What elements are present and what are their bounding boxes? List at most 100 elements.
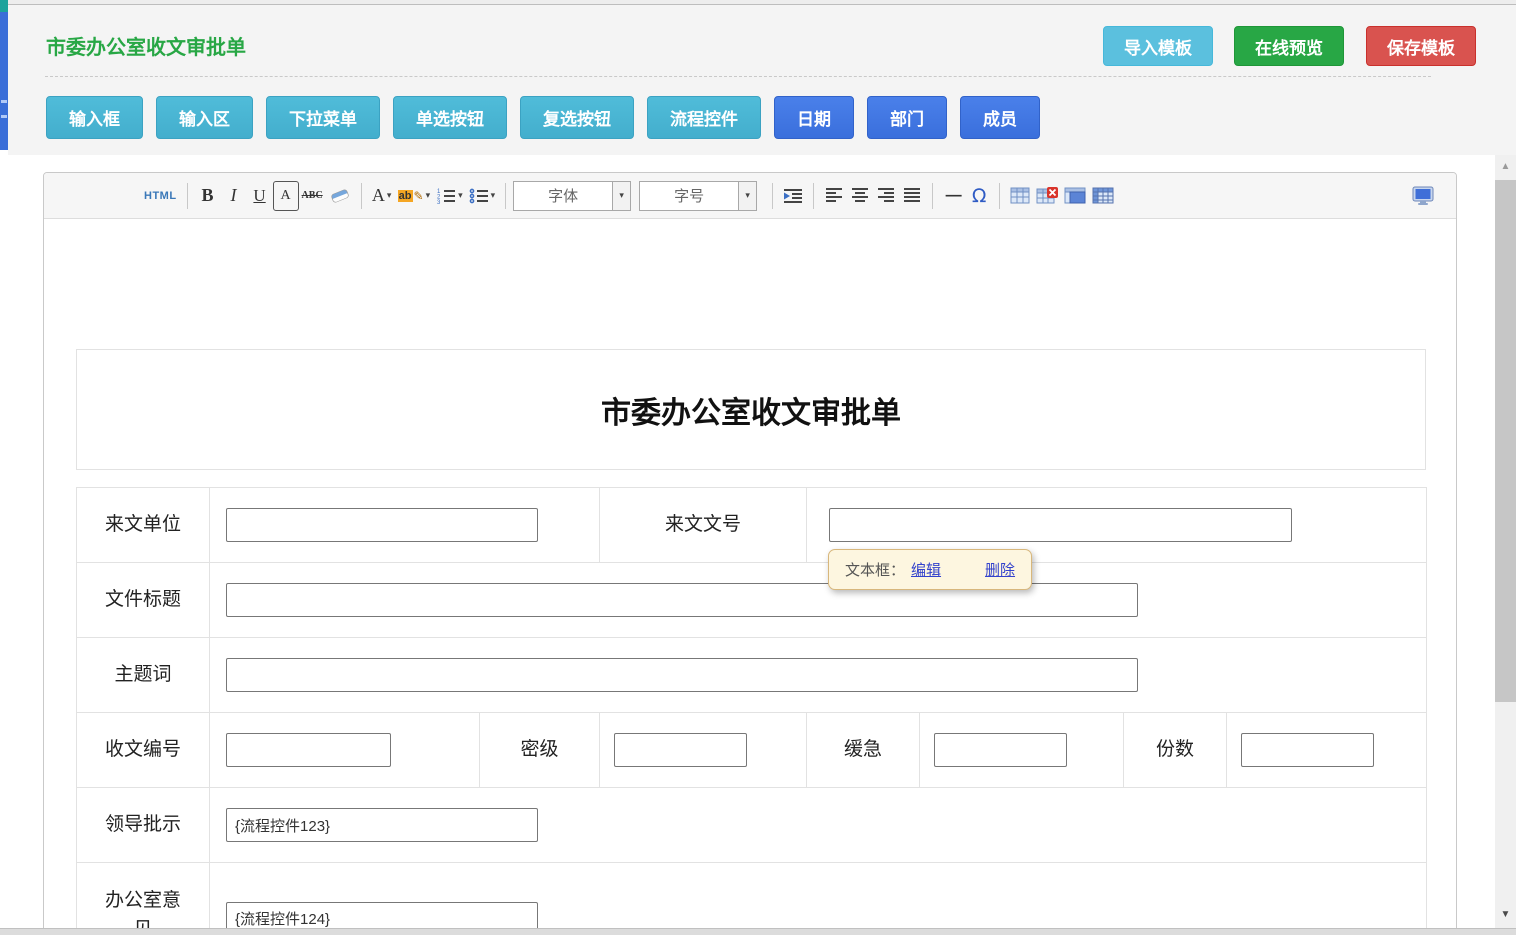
table-row: 办公室意见 (77, 863, 1427, 935)
vertical-scrollbar[interactable]: ▲ ▼ (1495, 155, 1516, 928)
edit-link[interactable]: 编辑 (911, 559, 941, 580)
delete-link[interactable]: 删除 (985, 559, 1015, 580)
horizontal-scrollbar[interactable] (0, 928, 1516, 935)
toolbar-separator (932, 183, 933, 209)
label-office-opinion: 办公室意见 (77, 863, 210, 935)
pencil-icon: ✎ (414, 189, 424, 203)
underline-button[interactable]: U (247, 181, 273, 211)
keywords-input[interactable] (226, 658, 1138, 692)
import-template-button[interactable]: 导入模板 (1103, 26, 1213, 66)
caret-down-icon: ▾ (387, 190, 392, 201)
font-color-button[interactable]: A ▾ (369, 181, 395, 211)
caret-down-icon: ▾ (612, 182, 630, 210)
form-title: 市委办公室收文审批单 (601, 388, 901, 432)
editor-toolbar: HTML B I U A ABC A ▾ ab ✎ ▾ (44, 173, 1456, 219)
special-char-button[interactable]: Ω (966, 181, 992, 211)
tooltip-label: 文本框： (845, 559, 905, 580)
align-justify-icon (903, 187, 921, 204)
table-row: 收文编号 密级 缓急 份数 (77, 713, 1427, 788)
doc-number-input[interactable] (829, 508, 1292, 542)
align-center-button[interactable] (847, 181, 873, 211)
html-source-button[interactable]: HTML (141, 181, 180, 211)
toolbar-separator (505, 183, 506, 209)
form-table: 来文单位 来文文号 文件标题 主题词 收文编号 密级 缓急 份数 (76, 487, 1427, 935)
label-keywords: 主题词 (77, 638, 210, 713)
font-family-select[interactable]: 字体 ▾ (513, 181, 631, 211)
control-button-textarea[interactable]: 输入区 (156, 96, 253, 139)
copies-input[interactable] (1241, 733, 1374, 767)
control-button-date[interactable]: 日期 (774, 96, 854, 139)
italic-button[interactable]: I (221, 181, 247, 211)
table-grid-icon (1092, 187, 1114, 204)
bold-button[interactable]: B (195, 181, 221, 211)
toolbar-separator (187, 183, 188, 209)
label-source-unit: 来文单位 (77, 488, 210, 563)
editor-canvas[interactable]: 市委办公室收文审批单 来文单位 来文文号 文件标题 主题词 收文编 (44, 349, 1456, 935)
toolbar-separator (361, 183, 362, 209)
caret-down-icon: ▾ (426, 190, 431, 201)
char-style-button[interactable]: A (273, 181, 299, 211)
align-left-button[interactable] (821, 181, 847, 211)
label-doc-title: 文件标题 (77, 563, 210, 638)
header-panel: 市委办公室收文审批单 导入模板 在线预览 保存模板 输入框 输入区 下拉菜单 单… (8, 5, 1516, 155)
label-leader-comment: 领导批示 (77, 788, 210, 863)
remove-format-button[interactable] (326, 181, 354, 211)
indent-icon (783, 187, 803, 204)
control-button-dropdown[interactable]: 下拉菜单 (266, 96, 380, 139)
align-left-icon (825, 187, 843, 204)
source-unit-input[interactable] (226, 508, 538, 542)
unordered-list-icon (469, 187, 489, 204)
table-row: 主题词 (77, 638, 1427, 713)
highlight-color-button[interactable]: ab ✎ ▾ (395, 181, 433, 211)
insert-table-button[interactable] (1007, 181, 1033, 211)
control-button-department[interactable]: 部门 (867, 96, 947, 139)
horizontal-rule-button[interactable]: — (940, 181, 966, 211)
control-button-radio[interactable]: 单选按钮 (393, 96, 507, 139)
leader-comment-input[interactable] (226, 808, 538, 842)
control-button-row: 输入框 输入区 下拉菜单 单选按钮 复选按钮 流程控件 日期 部门 成员 (46, 96, 1040, 139)
table-row: 领导批示 (77, 788, 1427, 863)
secrecy-input[interactable] (614, 733, 747, 767)
toolbar-separator (813, 183, 814, 209)
align-right-button[interactable] (873, 181, 899, 211)
table-grid-button[interactable] (1089, 181, 1117, 211)
caret-down-icon: ▾ (738, 182, 756, 210)
left-strip-mark (1, 115, 7, 118)
table-icon (1010, 187, 1030, 204)
highlight-glyph: ab (398, 190, 413, 202)
scroll-down-icon[interactable]: ▼ (1495, 909, 1516, 920)
scrollbar-thumb[interactable] (1495, 180, 1516, 702)
scroll-up-icon[interactable]: ▲ (1495, 161, 1516, 172)
delete-table-icon (1036, 187, 1058, 204)
control-button-input-box[interactable]: 输入框 (46, 96, 143, 139)
urgency-input[interactable] (934, 733, 1067, 767)
receipt-number-input[interactable] (226, 733, 391, 767)
label-urgency: 缓急 (807, 713, 920, 788)
indent-button[interactable] (780, 181, 806, 211)
toolbar-separator (999, 183, 1000, 209)
font-size-select[interactable]: 字号 ▾ (639, 181, 757, 211)
toolbar-separator (772, 183, 773, 209)
ordered-list-icon: 123 (436, 187, 456, 204)
table-cell-props-button[interactable] (1061, 181, 1089, 211)
label-copies: 份数 (1124, 713, 1227, 788)
fullscreen-button[interactable] (1408, 181, 1438, 211)
control-button-flow-control[interactable]: 流程控件 (647, 96, 761, 139)
delete-table-button[interactable] (1033, 181, 1061, 211)
ordered-list-button[interactable]: 123 ▾ (433, 181, 466, 211)
left-strip-accent (0, 0, 8, 12)
page-title: 市委办公室收文审批单 (46, 31, 246, 60)
strikethrough-button[interactable]: ABC (299, 181, 326, 211)
align-center-icon (851, 187, 869, 204)
save-template-button[interactable]: 保存模板 (1366, 26, 1476, 66)
align-justify-button[interactable] (899, 181, 925, 211)
control-button-checkbox[interactable]: 复选按钮 (520, 96, 634, 139)
svg-text:3: 3 (437, 200, 441, 204)
table-cell-icon (1064, 187, 1086, 204)
font-color-glyph: A (372, 185, 385, 206)
font-family-value: 字体 (514, 182, 612, 210)
left-strip-mark (1, 100, 7, 103)
online-preview-button[interactable]: 在线预览 (1234, 26, 1344, 66)
control-button-member[interactable]: 成员 (960, 96, 1040, 139)
unordered-list-button[interactable]: ▾ (466, 181, 499, 211)
